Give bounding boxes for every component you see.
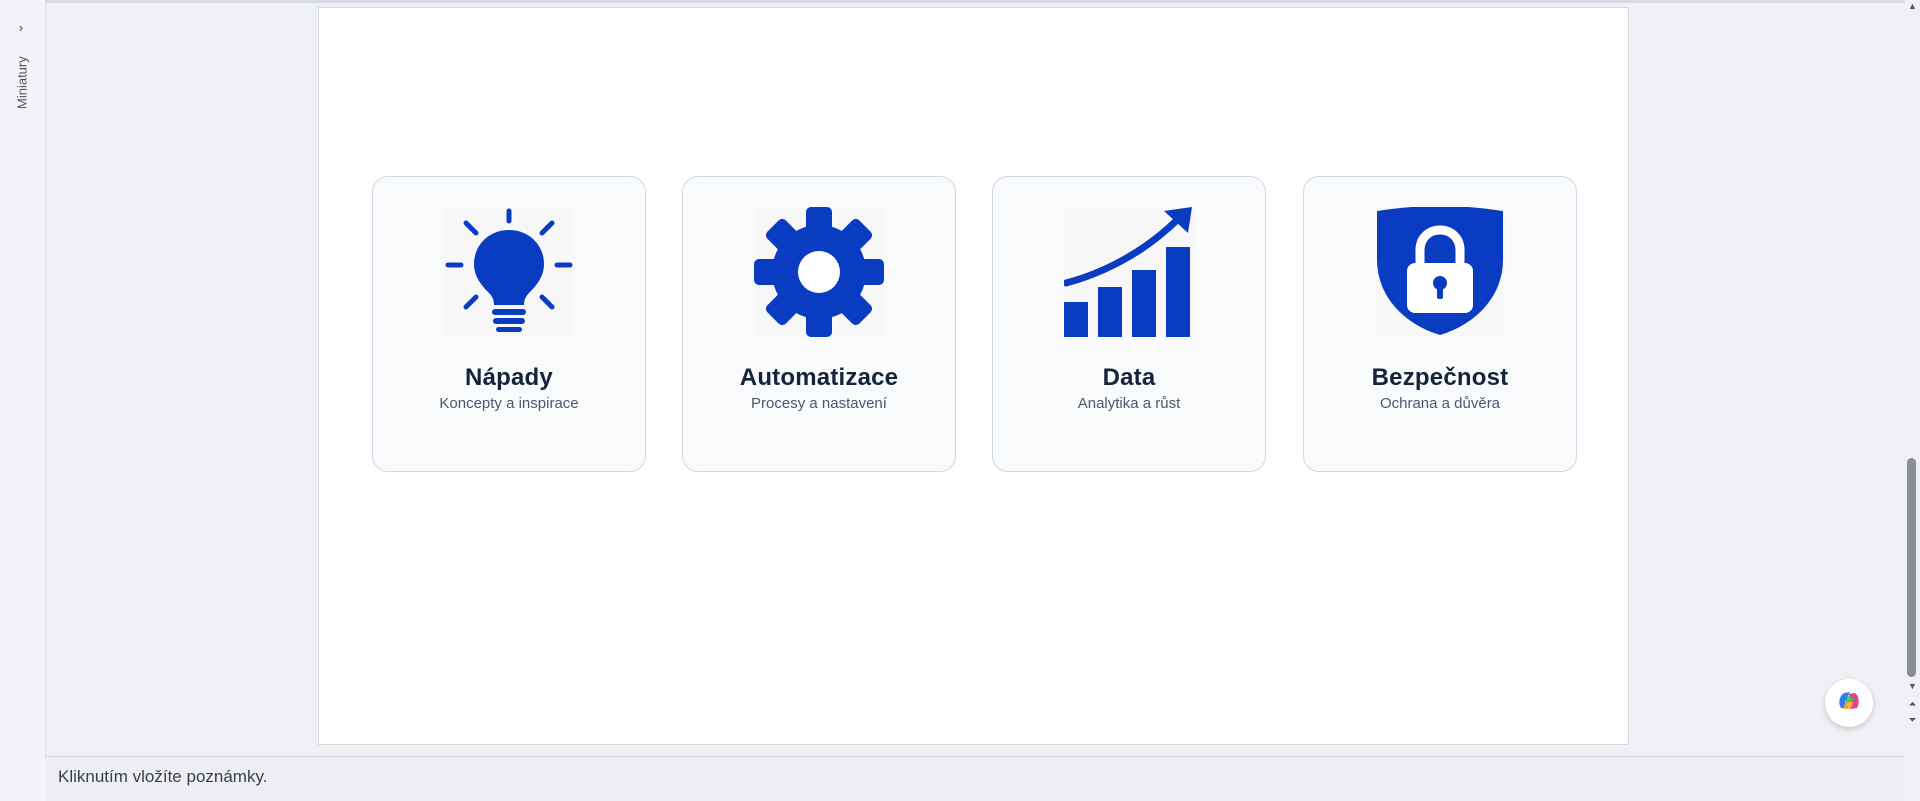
notes-pane[interactable]: Kliknutím vložíte poznámky. (45, 756, 1905, 801)
double-chevron-down-icon[interactable]: ⏷ (1909, 713, 1917, 729)
growth-chart-icon (1064, 207, 1194, 337)
gear-icon (754, 207, 884, 337)
lightbulb-icon (444, 207, 574, 337)
card-title: Automatizace (739, 364, 899, 391)
chevron-right-icon[interactable]: › (13, 19, 29, 35)
card-title: Nápady (465, 364, 553, 391)
previous-slide-edge (45, 0, 1905, 3)
copilot-button[interactable] (1825, 679, 1873, 727)
card-subtitle: Procesy a nastavení (751, 395, 887, 412)
shield-lock-icon (1375, 207, 1505, 337)
card-bezpecnost[interactable]: Bezpečnost Ochrana a důvěra (1303, 176, 1577, 472)
card-subtitle: Ochrana a důvěra (1379, 395, 1501, 412)
thumbnail-pane: › Miniatury (0, 0, 46, 801)
card-napady[interactable]: Nápady Koncepty a inspirace (372, 176, 646, 472)
card-title: Bezpečnost (1371, 364, 1509, 391)
card-data[interactable]: Data Analytika a růst (992, 176, 1266, 472)
card-title: Data (1102, 364, 1156, 391)
scrollbar-thumb[interactable] (1907, 458, 1916, 677)
triangle-up-icon[interactable]: ▲ (1905, 0, 1920, 12)
double-chevron-up-icon[interactable]: ⏶ (1909, 697, 1917, 713)
slide-canvas[interactable]: Nápady Koncepty a inspirace Automatizace… (318, 7, 1629, 745)
copilot-icon (1836, 688, 1862, 719)
card-subtitle: Analytika a růst (1077, 395, 1181, 412)
card-automatizace[interactable]: Automatizace Procesy a nastavení (682, 176, 956, 472)
triangle-down-icon[interactable]: ▼ (1905, 680, 1920, 692)
thumbnails-label[interactable]: Miniatury (6, 48, 38, 118)
page-navigation: ⏶ ⏷ (1905, 697, 1920, 733)
card-subtitle: Koncepty a inspirace (439, 395, 579, 412)
notes-placeholder[interactable]: Kliknutím vložíte poznámky. (58, 767, 267, 787)
